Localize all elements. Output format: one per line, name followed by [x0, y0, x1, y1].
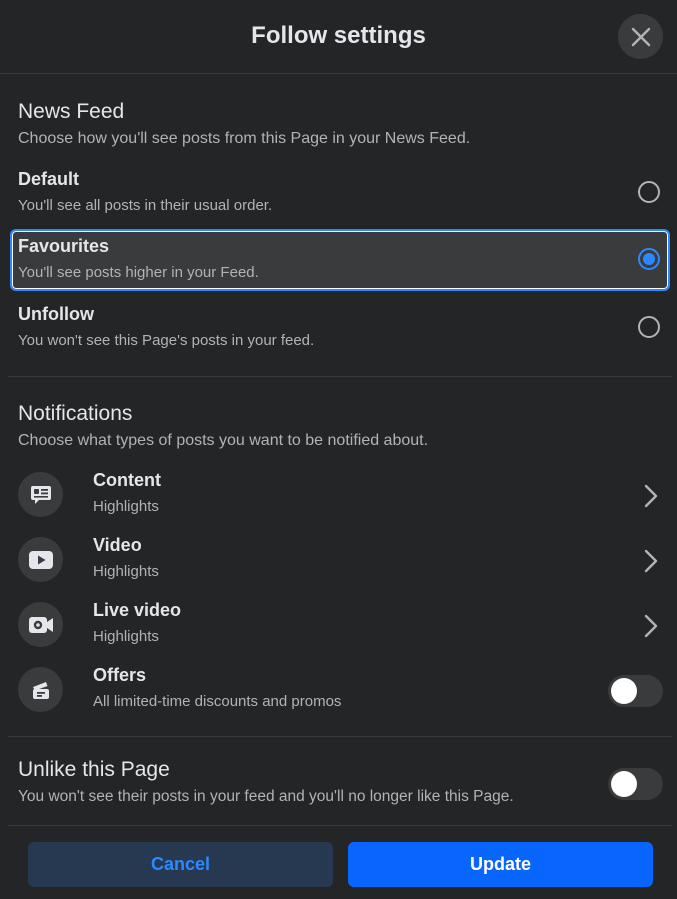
cancel-button[interactable]: Cancel	[28, 842, 333, 887]
news-feed-title: News Feed	[18, 100, 125, 123]
unlike-page-description: You won't see their posts in your feed a…	[18, 788, 514, 805]
toggle-knob	[611, 678, 637, 704]
dialog-header: Follow settings	[0, 0, 677, 74]
section-divider	[8, 736, 672, 737]
close-icon	[631, 27, 650, 46]
section-divider	[8, 376, 672, 377]
option-description: You'll see all posts in their usual orde…	[18, 197, 273, 214]
follow-settings-dialog: Follow settings News Feed Choose how you…	[0, 0, 677, 899]
radio-default[interactable]	[638, 181, 660, 203]
notification-label: Video	[93, 535, 142, 555]
notifications-title: Notifications	[18, 402, 133, 425]
notifications-subtitle: Choose what types of posts you want to b…	[18, 432, 429, 449]
radio-favourites[interactable]	[638, 248, 660, 270]
notification-label: Live video	[93, 600, 182, 620]
radio-unfollow[interactable]	[638, 316, 660, 338]
notification-label: Content	[93, 470, 161, 490]
notification-row-content[interactable]: Content Highlights	[0, 466, 677, 526]
option-label: Default	[18, 169, 80, 189]
footer-divider	[8, 825, 672, 826]
notification-row-offers: Offers All limited-time discounts and pr…	[0, 661, 677, 721]
live-video-icon	[18, 602, 63, 647]
option-label: Unfollow	[18, 304, 94, 324]
chevron-right-icon	[644, 484, 658, 508]
chevron-right-icon	[644, 614, 658, 638]
option-favourites[interactable]: Favourites You'll see posts higher in yo…	[10, 229, 670, 291]
notification-row-video[interactable]: Video Highlights	[0, 531, 677, 591]
chevron-right-icon	[644, 549, 658, 573]
offers-icon	[18, 667, 63, 712]
dialog-title: Follow settings	[251, 22, 426, 49]
notification-description: Highlights	[93, 563, 159, 580]
video-icon	[18, 537, 63, 582]
unlike-page-title: Unlike this Page	[18, 758, 170, 781]
notification-description: Highlights	[93, 628, 159, 645]
news-feed-subtitle: Choose how you'll see posts from this Pa…	[18, 130, 471, 147]
option-label: Favourites	[18, 236, 110, 256]
notification-label: Offers	[93, 665, 147, 685]
notification-row-live-video[interactable]: Live video Highlights	[0, 596, 677, 656]
option-description: You won't see this Page's posts in your …	[18, 332, 315, 349]
notification-description: All limited-time discounts and promos	[93, 693, 342, 710]
content-icon	[18, 472, 63, 517]
unlike-page-toggle[interactable]	[608, 768, 663, 800]
notification-description: Highlights	[93, 498, 159, 515]
option-description: You'll see posts higher in your Feed.	[18, 264, 259, 281]
toggle-knob	[611, 771, 637, 797]
update-button[interactable]: Update	[348, 842, 653, 887]
option-default[interactable]: Default You'll see all posts in their us…	[10, 162, 670, 224]
close-button[interactable]	[618, 14, 663, 59]
offers-toggle[interactable]	[608, 675, 663, 707]
option-unfollow[interactable]: Unfollow You won't see this Page's posts…	[10, 297, 670, 359]
